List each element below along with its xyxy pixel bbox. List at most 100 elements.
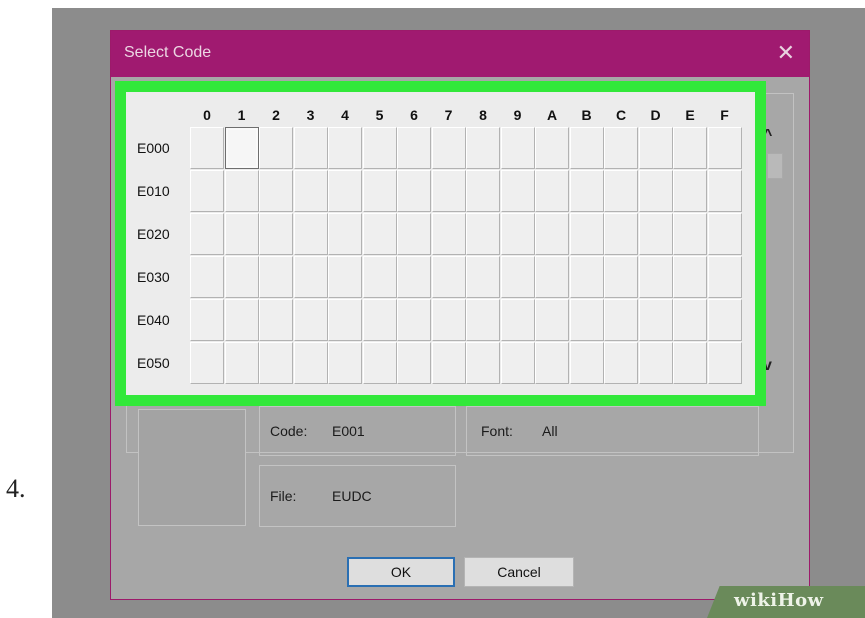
cancel-button[interactable]: Cancel	[464, 557, 574, 587]
scrollbar-thumb[interactable]	[767, 153, 783, 179]
code-cell[interactable]	[707, 256, 742, 298]
code-cell[interactable]	[259, 127, 293, 169]
code-cell[interactable]	[673, 170, 707, 212]
code-cell[interactable]	[569, 170, 604, 212]
code-cell[interactable]	[535, 299, 569, 341]
code-cell[interactable]	[328, 342, 362, 384]
code-cell[interactable]	[673, 127, 707, 169]
code-cell[interactable]	[259, 299, 293, 341]
code-cell[interactable]	[293, 213, 328, 255]
code-cell[interactable]	[397, 342, 431, 384]
code-cell[interactable]	[604, 213, 638, 255]
code-cell[interactable]	[293, 342, 328, 384]
code-cell[interactable]	[604, 256, 638, 298]
code-cell[interactable]	[224, 256, 259, 298]
code-cell[interactable]	[673, 299, 707, 341]
selected-code-cell[interactable]	[224, 127, 259, 169]
code-cell[interactable]	[259, 342, 293, 384]
code-cell[interactable]	[707, 170, 742, 212]
code-cell[interactable]	[397, 299, 431, 341]
code-cell[interactable]	[362, 170, 397, 212]
code-cell[interactable]	[466, 127, 500, 169]
code-cell[interactable]	[638, 299, 673, 341]
code-cell[interactable]	[362, 256, 397, 298]
code-cell[interactable]	[397, 170, 431, 212]
code-cell[interactable]	[224, 342, 259, 384]
code-cell[interactable]	[500, 256, 535, 298]
code-cell[interactable]	[397, 213, 431, 255]
code-cell[interactable]	[604, 299, 638, 341]
code-cell[interactable]	[259, 256, 293, 298]
code-cell[interactable]	[397, 256, 431, 298]
code-cell[interactable]	[673, 213, 707, 255]
close-icon[interactable]: ✕	[777, 40, 795, 66]
ok-button[interactable]: OK	[347, 557, 455, 587]
code-cell[interactable]	[190, 342, 224, 384]
code-cell[interactable]	[673, 256, 707, 298]
code-cell[interactable]	[638, 342, 673, 384]
code-cell[interactable]	[328, 299, 362, 341]
code-cell[interactable]	[397, 127, 431, 169]
code-cell[interactable]	[293, 299, 328, 341]
code-cell[interactable]	[328, 213, 362, 255]
code-cell[interactable]	[500, 213, 535, 255]
code-cell[interactable]	[535, 170, 569, 212]
code-cell[interactable]	[707, 213, 742, 255]
code-cell[interactable]	[500, 342, 535, 384]
code-cell[interactable]	[707, 127, 742, 169]
code-cell[interactable]	[259, 170, 293, 212]
code-cell[interactable]	[224, 170, 259, 212]
code-cell[interactable]	[190, 213, 224, 255]
code-cell[interactable]	[535, 256, 569, 298]
code-cell[interactable]	[638, 213, 673, 255]
code-cell[interactable]	[569, 127, 604, 169]
code-cell[interactable]	[431, 170, 466, 212]
code-cell[interactable]	[431, 127, 466, 169]
code-cell[interactable]	[569, 342, 604, 384]
code-cell[interactable]	[707, 342, 742, 384]
code-cell[interactable]	[500, 170, 535, 212]
code-cell[interactable]	[362, 213, 397, 255]
code-cell[interactable]	[190, 256, 224, 298]
code-cell[interactable]	[569, 256, 604, 298]
code-cell[interactable]	[328, 256, 362, 298]
code-cell[interactable]	[293, 256, 328, 298]
code-cell[interactable]	[466, 342, 500, 384]
code-cell[interactable]	[328, 170, 362, 212]
code-cell[interactable]	[293, 170, 328, 212]
code-cell[interactable]	[638, 127, 673, 169]
code-cell[interactable]	[190, 170, 224, 212]
code-cell[interactable]	[259, 213, 293, 255]
code-cell[interactable]	[569, 299, 604, 341]
code-cell[interactable]	[431, 299, 466, 341]
code-cell[interactable]	[190, 127, 224, 169]
code-cell[interactable]	[707, 299, 742, 341]
code-cell[interactable]	[431, 213, 466, 255]
code-cell[interactable]	[500, 127, 535, 169]
code-cell[interactable]	[362, 342, 397, 384]
code-cell[interactable]	[535, 213, 569, 255]
code-cell[interactable]	[466, 256, 500, 298]
code-cell[interactable]	[362, 127, 397, 169]
code-cell[interactable]	[638, 256, 673, 298]
code-cell[interactable]	[604, 342, 638, 384]
code-cell[interactable]	[362, 299, 397, 341]
code-cell[interactable]	[535, 127, 569, 169]
code-cell[interactable]	[224, 213, 259, 255]
code-cell[interactable]	[638, 170, 673, 212]
code-cell[interactable]	[466, 170, 500, 212]
code-cell[interactable]	[604, 170, 638, 212]
code-cell[interactable]	[535, 342, 569, 384]
code-cell[interactable]	[604, 127, 638, 169]
code-cell[interactable]	[466, 299, 500, 341]
code-cell[interactable]	[293, 127, 328, 169]
code-cell[interactable]	[431, 256, 466, 298]
code-cell[interactable]	[224, 299, 259, 341]
code-cell[interactable]	[500, 299, 535, 341]
code-cell[interactable]	[190, 299, 224, 341]
code-cell[interactable]	[466, 213, 500, 255]
code-cell[interactable]	[569, 213, 604, 255]
code-cell[interactable]	[431, 342, 466, 384]
code-cell[interactable]	[673, 342, 707, 384]
code-cell[interactable]	[328, 127, 362, 169]
